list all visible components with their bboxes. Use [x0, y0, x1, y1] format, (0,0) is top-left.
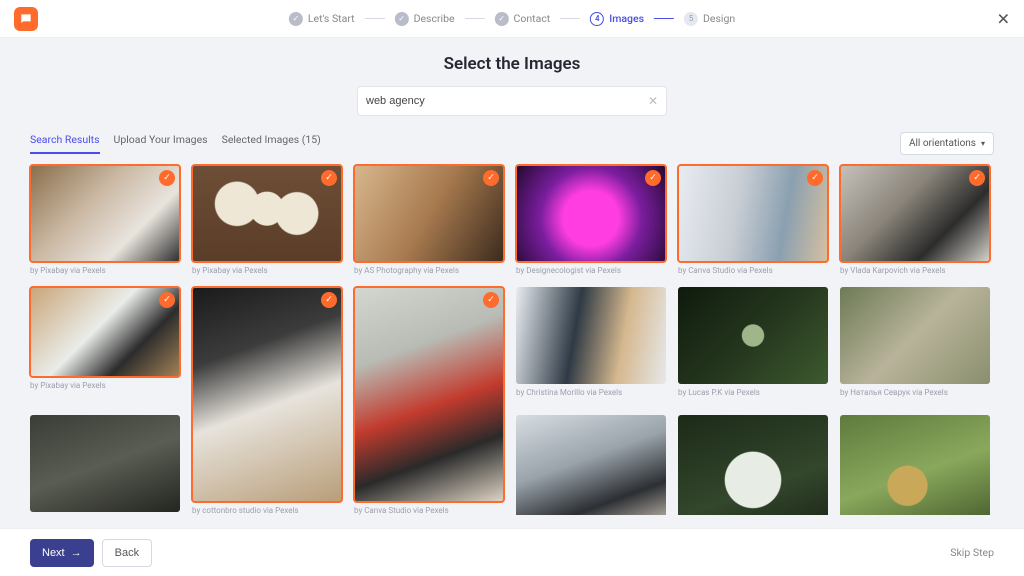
brand-logo[interactable] — [14, 7, 38, 31]
selected-badge-icon: ✓ — [159, 170, 175, 186]
step-lets-start[interactable]: Let's Start — [289, 12, 355, 26]
selected-badge-icon: ✓ — [483, 292, 499, 308]
step-label: Let's Start — [308, 12, 355, 25]
image-card[interactable]: ✓ by Pixabay via Pexels — [30, 287, 180, 390]
orientation-filter[interactable]: All orientations ▾ — [900, 132, 994, 155]
image-card[interactable]: by Christina Morillo via Pexels — [516, 287, 666, 397]
gallery: ✓ by Pixabay via Pexels ✓ by Pixabay via… — [0, 155, 1024, 515]
step-design[interactable]: 5 Design — [684, 12, 735, 26]
step-separator — [465, 18, 485, 19]
filter-label: All orientations — [909, 138, 976, 149]
selected-badge-icon: ✓ — [807, 170, 823, 186]
image-card[interactable]: ✓ by Canva Studio via Pexels — [354, 287, 504, 515]
search-box[interactable]: ✕ — [357, 86, 667, 116]
stepper: Let's Start Describe Contact 4 Images 5 De… — [289, 12, 735, 26]
image-card[interactable] — [678, 415, 828, 515]
image-credit: by AS Photography via Pexels — [354, 266, 504, 275]
image-card[interactable]: ✓ by Pixabay via Pexels — [30, 165, 180, 275]
selected-badge-icon: ✓ — [321, 292, 337, 308]
tabs-row: Search Results Upload Your Images Select… — [0, 132, 1024, 155]
image-credit: by Vlada Karpovich via Pexels — [840, 266, 990, 275]
image-card[interactable]: by Наталья Севрук via Pexels — [840, 287, 990, 397]
image-credit: by Lucas P.K via Pexels — [678, 388, 828, 397]
topbar: Let's Start Describe Contact 4 Images 5 De… — [0, 0, 1024, 38]
tabs: Search Results Upload Your Images Select… — [30, 133, 321, 154]
step-label: Describe — [414, 12, 455, 25]
image-card[interactable] — [840, 415, 990, 515]
step-label: Design — [703, 12, 735, 25]
search-input[interactable] — [366, 95, 648, 107]
skip-step-link[interactable]: Skip Step — [950, 546, 994, 559]
image-grid: ✓ by Pixabay via Pexels ✓ by Pixabay via… — [30, 165, 994, 515]
step-number: 5 — [684, 12, 698, 26]
step-separator — [560, 18, 580, 19]
image-card[interactable]: by Lucas P.K via Pexels — [678, 287, 828, 397]
arrow-right-icon: → — [71, 547, 82, 559]
image-credit: by Canva Studio via Pexels — [678, 266, 828, 275]
image-credit: by Designecologist via Pexels — [516, 266, 666, 275]
image-credit: by Наталья Севрук via Pexels — [840, 388, 990, 397]
image-card[interactable]: ✓ by Designecologist via Pexels — [516, 165, 666, 275]
image-credit: by Pixabay via Pexels — [30, 266, 180, 275]
selected-badge-icon: ✓ — [969, 170, 985, 186]
next-button[interactable]: Next → — [30, 539, 94, 567]
close-icon[interactable]: ✕ — [997, 9, 1010, 28]
image-card[interactable]: ✓ by cottonbro studio via Pexels — [192, 287, 342, 515]
check-icon — [289, 12, 303, 26]
page-title: Select the Images — [0, 54, 1024, 74]
check-icon — [395, 12, 409, 26]
footer-actions: Next → Back — [30, 539, 152, 567]
step-label: Images — [609, 12, 644, 25]
step-number: 4 — [590, 12, 604, 26]
image-card[interactable]: ✓ by Canva Studio via Pexels — [678, 165, 828, 275]
step-describe[interactable]: Describe — [395, 12, 455, 26]
chevron-down-icon: ▾ — [981, 139, 985, 148]
back-button[interactable]: Back — [102, 539, 152, 567]
check-icon — [495, 12, 509, 26]
tab-search-results[interactable]: Search Results — [30, 133, 100, 154]
image-card[interactable]: ✓ by Pixabay via Pexels — [192, 165, 342, 275]
footer: Next → Back Skip Step — [0, 528, 1024, 576]
step-images[interactable]: 4 Images — [590, 12, 644, 26]
image-credit: by Pixabay via Pexels — [192, 266, 342, 275]
image-credit: by cottonbro studio via Pexels — [192, 506, 342, 515]
step-separator — [654, 18, 674, 19]
image-card[interactable]: ✓ by Vlada Karpovich via Pexels — [840, 165, 990, 275]
image-card[interactable]: ✓ by AS Photography via Pexels — [354, 165, 504, 275]
search-wrap: ✕ — [0, 86, 1024, 116]
button-label: Next — [42, 547, 65, 559]
selected-badge-icon: ✓ — [483, 170, 499, 186]
image-card[interactable]: by Magda Ehlers via Pexels — [30, 415, 180, 515]
step-label: Contact — [514, 12, 551, 25]
tab-upload[interactable]: Upload Your Images — [114, 133, 208, 154]
image-credit: by Christina Morillo via Pexels — [516, 388, 666, 397]
image-card[interactable] — [516, 415, 666, 515]
step-contact[interactable]: Contact — [495, 12, 551, 26]
image-credit: by Canva Studio via Pexels — [354, 506, 504, 515]
step-separator — [365, 18, 385, 19]
selected-badge-icon: ✓ — [159, 292, 175, 308]
selected-badge-icon: ✓ — [645, 170, 661, 186]
clear-icon[interactable]: ✕ — [648, 94, 658, 108]
chat-icon — [19, 12, 33, 26]
image-credit: by Pixabay via Pexels — [30, 381, 180, 390]
selected-badge-icon: ✓ — [321, 170, 337, 186]
tab-selected[interactable]: Selected Images (15) — [222, 133, 321, 154]
